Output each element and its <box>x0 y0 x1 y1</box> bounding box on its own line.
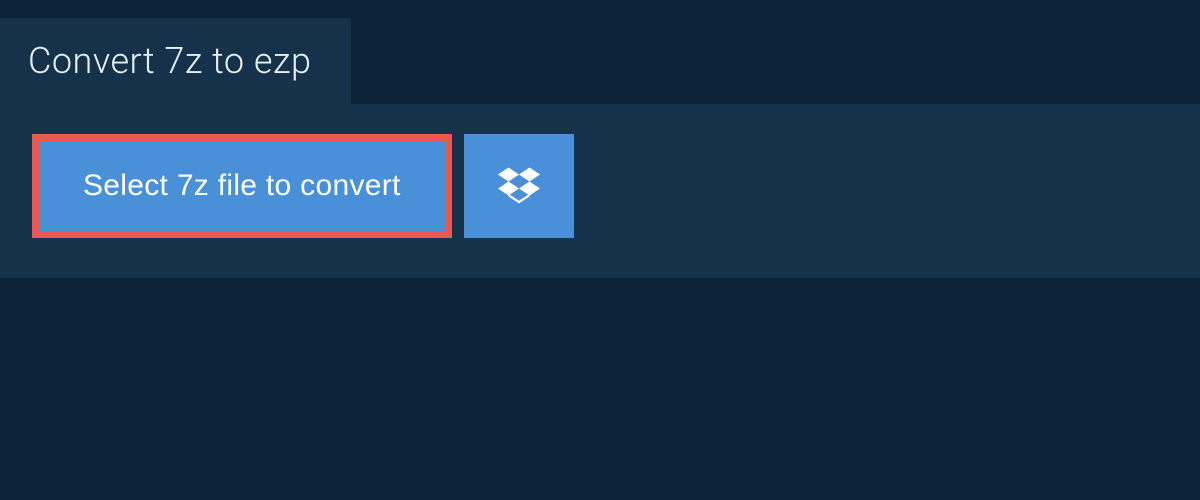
dropbox-button[interactable] <box>464 134 574 238</box>
header-tab: Convert 7z to ezp <box>0 18 351 104</box>
dropbox-icon <box>498 164 540 209</box>
select-file-button[interactable]: Select 7z file to convert <box>32 134 452 238</box>
button-row: Select 7z file to convert <box>32 134 1168 238</box>
content-panel: Select 7z file to convert <box>0 104 1200 278</box>
page-title: Convert 7z to ezp <box>28 40 311 82</box>
select-file-label: Select 7z file to convert <box>83 169 401 203</box>
